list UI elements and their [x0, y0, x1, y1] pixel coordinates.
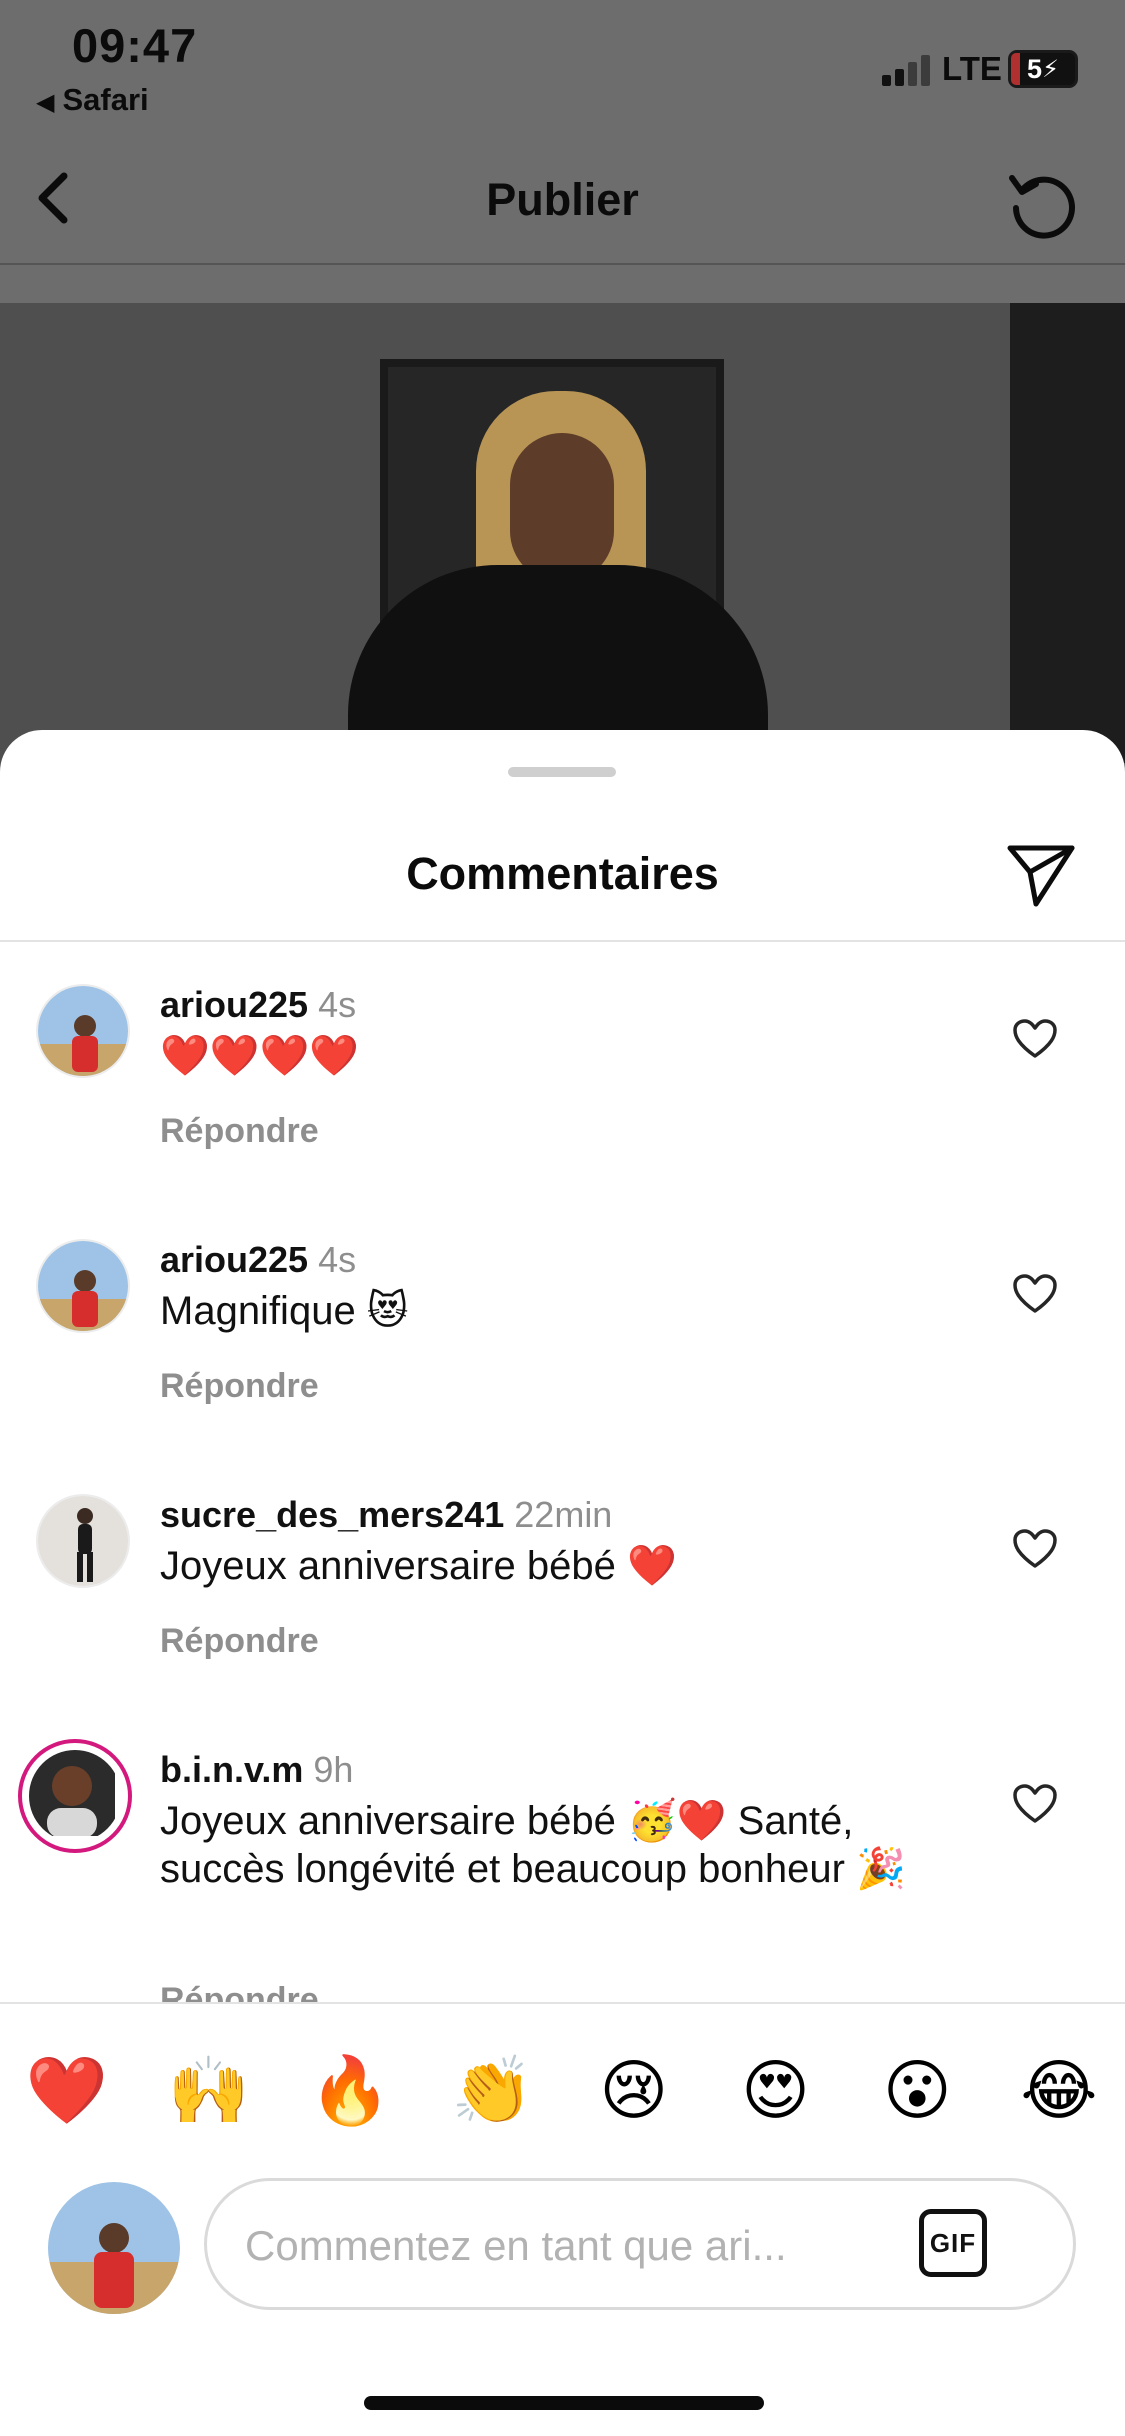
avatar-image [29, 1750, 115, 1838]
avatar-image [38, 1496, 128, 1586]
status-bar: 09:47 ◀ Safari LTE 5 ⚡ [0, 0, 1125, 120]
nav-divider [0, 263, 1125, 265]
reaction-raised-hands-button[interactable]: 🙌 [164, 2045, 254, 2135]
avatar[interactable] [36, 1239, 130, 1333]
reply-button[interactable]: Répondre [160, 1981, 319, 2002]
comment-header: b.i.n.v.m 9h [160, 1749, 353, 1791]
comment-time: 22min [514, 1494, 613, 1535]
sheet-drag-handle[interactable] [508, 767, 616, 777]
heart-icon[interactable] [1012, 1528, 1058, 1570]
comment-text: Joyeux anniversaire bébé ❤️ [160, 1544, 677, 1588]
avatar-image [38, 986, 128, 1076]
current-user-avatar [48, 2182, 180, 2314]
comment-time: 9h [313, 1749, 354, 1790]
reactions-divider [0, 2002, 1125, 2004]
gif-button[interactable]: GIF [919, 2209, 987, 2277]
comment-header: sucre_des_mers241 22min [160, 1494, 612, 1536]
comment-header: ariou225 4s [160, 1239, 356, 1281]
comment-input[interactable] [245, 2211, 895, 2281]
charging-bolt-icon: ⚡ [1042, 55, 1059, 83]
comment-header: ariou225 4s [160, 984, 356, 1026]
photo-wall [1010, 303, 1125, 763]
comment-time: 4s [318, 1239, 357, 1280]
comment-text: Joyeux anniversaire bébé 🥳❤️ Santé, succ… [160, 1799, 906, 1891]
post-photo [0, 303, 1125, 763]
comment-username[interactable]: ariou225 [160, 1239, 308, 1280]
reaction-heart-eyes-button[interactable]: 😍 [731, 2045, 821, 2135]
sheet-title: Commentaires [406, 848, 719, 899]
status-time: 09:47 [72, 19, 198, 72]
comment-username[interactable]: sucre_des_mers241 [160, 1494, 504, 1535]
reaction-heart-button[interactable]: ❤️ [22, 2045, 112, 2135]
reaction-surprised-button[interactable]: 😮 [872, 2045, 962, 2135]
heart-icon[interactable] [1012, 1783, 1058, 1825]
avatar[interactable] [36, 984, 130, 1078]
page-title: Publier [486, 174, 639, 225]
comments-sheet: Commentaires ariou225 4s ❤️❤️❤️❤️ Répondr… [0, 730, 1125, 2436]
reply-button[interactable]: Répondre [160, 1367, 319, 1406]
send-share-icon[interactable] [1006, 842, 1076, 908]
avatar-image [38, 1241, 128, 1331]
comment-username[interactable]: b.i.n.v.m [160, 1749, 303, 1790]
refresh-icon[interactable] [1002, 162, 1082, 242]
photo-person-face [510, 433, 614, 583]
reply-button[interactable]: Répondre [160, 1622, 319, 1661]
back-to-safari-link[interactable]: ◀ Safari [36, 82, 149, 118]
comment-text: ❤️❤️❤️❤️ [160, 1034, 360, 1078]
comment-composer: GIF [204, 2178, 1076, 2310]
avatar-image [48, 2182, 180, 2314]
nav-bar: Publier [0, 150, 1125, 260]
network-type: LTE [942, 50, 1002, 87]
heart-icon[interactable] [1012, 1273, 1058, 1315]
post-screen-background: 09:47 ◀ Safari LTE 5 ⚡ Publier [0, 0, 1125, 763]
comment-time: 4s [318, 984, 357, 1025]
comment-text: Magnifique 😻 [160, 1289, 409, 1333]
battery-icon: 5 ⚡ [1008, 50, 1078, 88]
home-indicator [364, 2396, 764, 2410]
reaction-crying-button[interactable]: 😢 [589, 2045, 679, 2135]
back-app-label: Safari [62, 82, 149, 117]
battery-level: 5 [1027, 53, 1043, 84]
heart-icon[interactable] [1012, 1018, 1058, 1060]
comments-list[interactable]: ariou225 4s ❤️❤️❤️❤️ Répondre ariou225 4s [0, 942, 1125, 2002]
reaction-fire-button[interactable]: 🔥 [305, 2045, 395, 2135]
signal-strength-icon [882, 54, 932, 86]
avatar[interactable] [36, 1494, 130, 1588]
reply-button[interactable]: Répondre [160, 1112, 319, 1151]
comment-username[interactable]: ariou225 [160, 984, 308, 1025]
avatar-with-story-ring[interactable] [18, 1739, 132, 1853]
back-triangle-icon: ◀ [36, 89, 55, 116]
reaction-clap-button[interactable]: 👏 [447, 2045, 537, 2135]
reaction-laughing-button[interactable]: 😂 [1014, 2045, 1104, 2135]
quick-reactions-bar: ❤️ 🙌 🔥 👏 😢 😍 😮 😂 [22, 2045, 1104, 2135]
